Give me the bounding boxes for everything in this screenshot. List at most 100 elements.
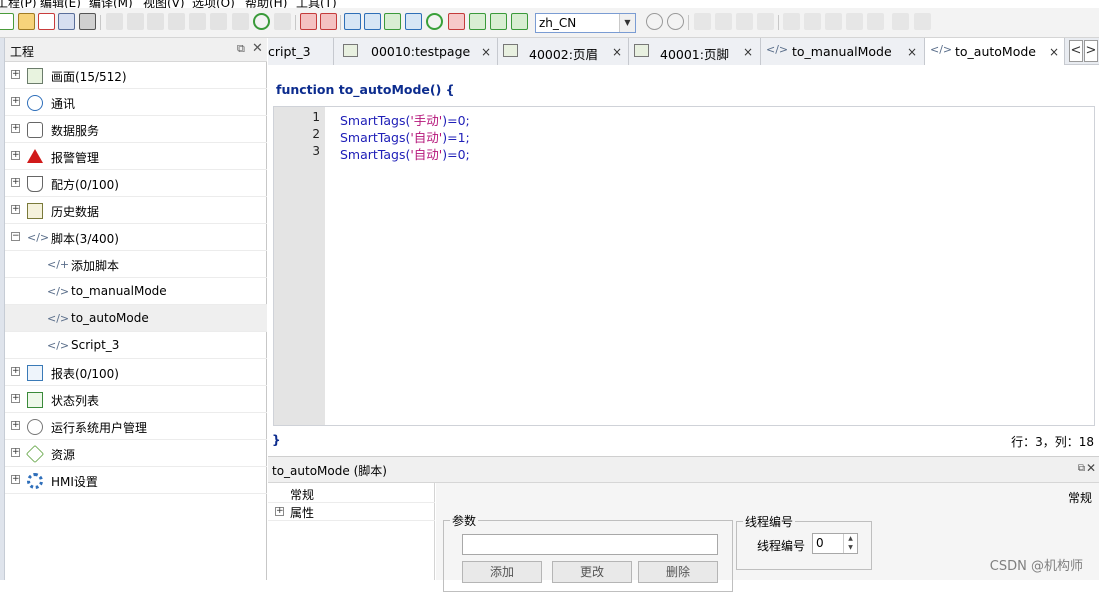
preview-icon[interactable] bbox=[914, 13, 931, 30]
cut-icon[interactable] bbox=[147, 13, 164, 30]
undo-icon[interactable] bbox=[106, 13, 123, 30]
tree-item[interactable]: + 报警管理 bbox=[5, 143, 267, 170]
tree-item[interactable]: </> to_autoMode bbox=[5, 305, 267, 332]
align-left-icon[interactable] bbox=[715, 13, 732, 30]
tree-item[interactable]: + 状态列表 bbox=[5, 386, 267, 413]
close-icon[interactable]: × bbox=[907, 45, 917, 59]
expand-icon[interactable]: + bbox=[11, 421, 20, 430]
comment-icon[interactable] bbox=[825, 13, 842, 30]
tree-item[interactable]: </+ 添加脚本 bbox=[5, 251, 267, 278]
tree-item[interactable]: + 画面(15/512) bbox=[5, 62, 267, 89]
zoom-in-icon[interactable] bbox=[646, 13, 663, 30]
tab-scroll-left-icon[interactable]: < bbox=[1069, 40, 1083, 62]
expand-icon[interactable]: + bbox=[275, 507, 284, 516]
uncomment-icon[interactable] bbox=[846, 13, 863, 30]
upload-icon[interactable] bbox=[405, 13, 422, 30]
tree-item[interactable]: </> Script_3 bbox=[5, 332, 267, 359]
params-input[interactable] bbox=[462, 534, 718, 555]
tab-script-3[interactable]: cript_3 bbox=[268, 38, 334, 65]
expand-icon[interactable]: + bbox=[11, 367, 20, 376]
tree-item[interactable]: + 历史数据 bbox=[5, 197, 267, 224]
expand-icon[interactable]: + bbox=[11, 151, 20, 160]
network-icon[interactable] bbox=[448, 13, 465, 30]
tab-testpage[interactable]: 00010:testpage × bbox=[334, 38, 498, 65]
editor-tab-bar: cript_3 00010:testpage × 40002:页眉 × 4000… bbox=[268, 38, 1099, 65]
close-icon[interactable]: × bbox=[612, 45, 622, 59]
code-area[interactable]: 1 2 3 SmartTags('手动')=0; SmartTags('自动')… bbox=[273, 106, 1095, 426]
expand-icon[interactable]: + bbox=[11, 70, 20, 79]
download-device-3-icon[interactable] bbox=[511, 13, 528, 30]
delete-icon[interactable] bbox=[210, 13, 227, 30]
chevron-down-icon[interactable]: ▼ bbox=[619, 14, 635, 32]
align-center-icon[interactable] bbox=[736, 13, 753, 30]
close-icon[interactable]: × bbox=[1049, 45, 1059, 59]
float-window-icon[interactable]: ⧉ bbox=[1078, 463, 1085, 474]
tree-item[interactable]: + 配方(0/100) bbox=[5, 170, 267, 197]
tree-item[interactable]: + 通讯 bbox=[5, 89, 267, 116]
close-project-icon[interactable] bbox=[38, 13, 55, 30]
code-line[interactable]: SmartTags('自动')=0; bbox=[340, 144, 470, 163]
properties-tree-item-general[interactable]: 常规 bbox=[268, 485, 435, 503]
copy-icon[interactable] bbox=[168, 13, 185, 30]
redo-icon[interactable] bbox=[127, 13, 144, 30]
tree-item[interactable]: − </> 脚本(3/400) bbox=[5, 224, 267, 251]
thread-number-stepper[interactable]: 0 ▲ ▼ bbox=[812, 533, 858, 554]
find-replace-icon[interactable] bbox=[274, 13, 291, 30]
compile-icon[interactable] bbox=[300, 13, 317, 30]
expand-icon[interactable]: + bbox=[11, 475, 20, 484]
close-icon[interactable]: × bbox=[743, 45, 753, 59]
tab-footer-page[interactable]: 40001:页脚 × bbox=[629, 38, 761, 65]
download-device-2-icon[interactable] bbox=[490, 13, 507, 30]
text-align-icon[interactable] bbox=[694, 13, 711, 30]
close-icon[interactable]: × bbox=[481, 45, 491, 59]
chevron-down-icon[interactable]: ▼ bbox=[843, 543, 857, 553]
tab-to-manualmode[interactable]: </> to_manualMode × bbox=[761, 38, 925, 65]
tree-item[interactable]: + 资源 bbox=[5, 440, 267, 467]
outdent-icon[interactable] bbox=[804, 13, 821, 30]
expand-icon[interactable]: + bbox=[11, 178, 20, 187]
chevron-up-icon[interactable]: ▲ bbox=[843, 534, 857, 543]
user-icon bbox=[27, 419, 43, 435]
tree-item[interactable]: </> to_manualMode bbox=[5, 278, 267, 305]
tab-header-page[interactable]: 40002:页眉 × bbox=[498, 38, 629, 65]
download-device-icon[interactable] bbox=[469, 13, 486, 30]
check-icon[interactable] bbox=[892, 13, 909, 30]
open-folder-icon[interactable] bbox=[18, 13, 35, 30]
close-icon[interactable]: ✕ bbox=[1086, 461, 1096, 475]
tree-item[interactable]: + 运行系统用户管理 bbox=[5, 413, 267, 440]
properties-tree-item-attributes[interactable]: + 属性 bbox=[268, 503, 435, 521]
expand-icon[interactable]: + bbox=[11, 124, 20, 133]
align-right-icon[interactable] bbox=[757, 13, 774, 30]
expand-icon[interactable]: + bbox=[11, 394, 20, 403]
clear-icon[interactable] bbox=[232, 13, 249, 30]
tree-item[interactable]: + 报表(0/100) bbox=[5, 359, 267, 386]
code-text: SmartTags( bbox=[340, 130, 411, 145]
tab-scroll-right-icon[interactable]: > bbox=[1084, 40, 1098, 62]
collapse-icon[interactable]: − bbox=[11, 232, 20, 241]
new-icon[interactable] bbox=[0, 13, 14, 30]
refresh-icon[interactable] bbox=[426, 13, 443, 30]
float-window-icon[interactable]: ⧉ bbox=[237, 42, 245, 56]
compile-all-icon[interactable] bbox=[320, 13, 337, 30]
tab-to-automode[interactable]: </> to_autoMode × bbox=[925, 38, 1065, 65]
print-icon[interactable] bbox=[79, 13, 96, 30]
expand-icon[interactable]: + bbox=[11, 448, 20, 457]
simulate-icon[interactable] bbox=[344, 13, 361, 30]
tree-item[interactable]: + 数据服务 bbox=[5, 116, 267, 143]
step-icon[interactable] bbox=[867, 13, 884, 30]
tree-item[interactable]: + HMI设置 bbox=[5, 467, 267, 494]
download-icon[interactable] bbox=[384, 13, 401, 30]
indent-icon[interactable] bbox=[783, 13, 800, 30]
add-script-icon: </+ bbox=[47, 258, 70, 271]
paste-icon[interactable] bbox=[189, 13, 206, 30]
language-select[interactable]: zh_CN ▼ bbox=[535, 13, 636, 33]
line-number: 3 bbox=[312, 144, 320, 158]
expand-icon[interactable]: + bbox=[11, 97, 20, 106]
run-icon[interactable] bbox=[364, 13, 381, 30]
zoom-out-icon[interactable] bbox=[667, 13, 684, 30]
search-icon[interactable] bbox=[253, 13, 270, 30]
save-icon[interactable] bbox=[58, 13, 75, 30]
expand-icon[interactable]: + bbox=[11, 205, 20, 214]
close-icon[interactable]: ✕ bbox=[252, 41, 263, 56]
tree-item-label: Script_3 bbox=[71, 338, 120, 352]
